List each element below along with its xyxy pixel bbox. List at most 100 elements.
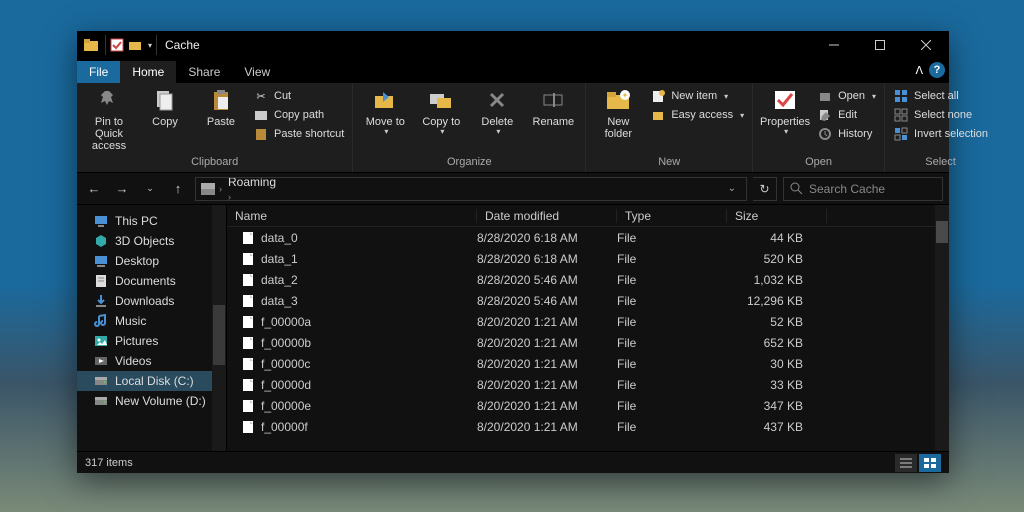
tree-item-label: Music [115, 314, 146, 328]
details-view-button[interactable] [895, 454, 917, 472]
tree-item[interactable]: Documents [77, 271, 226, 291]
tree-item[interactable]: Local Disk (C:) [77, 371, 226, 391]
pin-quick-access-button[interactable]: Pin to Quick access [83, 85, 135, 154]
file-icon [241, 420, 255, 434]
file-date: 8/20/2020 1:21 AM [477, 378, 617, 392]
file-date: 8/20/2020 1:21 AM [477, 399, 617, 413]
back-button[interactable]: ← [83, 178, 105, 200]
file-row[interactable]: data_18/28/2020 6:18 AMFile520 KB [227, 248, 949, 269]
column-type[interactable]: Type [617, 209, 727, 223]
rename-icon [540, 87, 566, 113]
tree-item[interactable]: Music [77, 311, 226, 331]
new-item-button[interactable]: New item▾ [648, 87, 746, 105]
refresh-button[interactable]: ↻ [753, 177, 777, 201]
tree-item[interactable]: Downloads [77, 291, 226, 311]
file-icon [241, 336, 255, 350]
desktop-icon [93, 253, 109, 269]
invert-selection-button[interactable]: Invert selection [891, 125, 990, 143]
tree-item-label: Documents [115, 274, 176, 288]
column-size[interactable]: Size [727, 209, 827, 223]
new-folder-button[interactable]: ✦New folder [592, 85, 644, 142]
column-headers[interactable]: Name Date modified Type Size [227, 205, 949, 227]
properties-icon [772, 87, 798, 113]
tree-item[interactable]: 3D Objects [77, 231, 226, 251]
paste-shortcut-icon [253, 126, 269, 142]
file-row[interactable]: data_08/28/2020 6:18 AMFile44 KB [227, 227, 949, 248]
file-icon [241, 294, 255, 308]
delete-button[interactable]: Delete▾ [471, 85, 523, 139]
file-icon [241, 273, 255, 287]
navigation-pane[interactable]: ⌃ This PC3D ObjectsDesktopDocumentsDownl… [77, 205, 227, 451]
file-type: File [617, 252, 727, 266]
forward-button[interactable]: → [111, 178, 133, 200]
address-dropdown-icon[interactable]: ⌄ [722, 183, 742, 194]
music-icon [93, 313, 109, 329]
paste-shortcut-button[interactable]: Paste shortcut [251, 125, 346, 143]
file-row[interactable]: data_28/28/2020 5:46 AMFile1,032 KB [227, 269, 949, 290]
file-type: File [617, 378, 727, 392]
file-row[interactable]: f_00000d8/20/2020 1:21 AMFile33 KB [227, 374, 949, 395]
column-name[interactable]: Name [227, 209, 477, 223]
tree-item[interactable]: Videos [77, 351, 226, 371]
file-row[interactable]: f_00000f8/20/2020 1:21 AMFile437 KB [227, 416, 949, 437]
tab-file[interactable]: File [77, 61, 120, 83]
maximize-button[interactable] [857, 31, 903, 59]
invert-selection-icon [893, 126, 909, 142]
file-row[interactable]: f_00000e8/20/2020 1:21 AMFile347 KB [227, 395, 949, 416]
collapse-ribbon-icon[interactable]: ᐱ [915, 64, 923, 77]
file-list[interactable]: Name Date modified Type Size data_08/28/… [227, 205, 949, 451]
file-row[interactable]: f_00000a8/20/2020 1:21 AMFile52 KB [227, 311, 949, 332]
file-size: 44 KB [727, 231, 827, 245]
tree-scroll-thumb[interactable] [213, 305, 225, 365]
file-date: 8/20/2020 1:21 AM [477, 357, 617, 371]
titlebar[interactable]: ▾ Cache [77, 31, 949, 59]
file-row[interactable]: data_38/28/2020 5:46 AMFile12,296 KB [227, 290, 949, 311]
thumbnails-view-button[interactable] [919, 454, 941, 472]
history-button[interactable]: History [815, 125, 878, 143]
file-icon [241, 378, 255, 392]
tab-view[interactable]: View [232, 61, 282, 83]
file-type: File [617, 273, 727, 287]
tree-item[interactable]: Desktop [77, 251, 226, 271]
folder-icon [83, 37, 99, 53]
help-icon[interactable]: ? [929, 62, 945, 78]
minimize-button[interactable] [811, 31, 857, 59]
easy-access-button[interactable]: Easy access▾ [648, 106, 746, 124]
column-date[interactable]: Date modified [477, 209, 617, 223]
properties-button[interactable]: Properties▾ [759, 85, 811, 139]
open-button[interactable]: Open▾ [815, 87, 878, 105]
tree-item[interactable]: Pictures [77, 331, 226, 351]
copy-path-button[interactable]: Copy path [251, 106, 346, 124]
properties-qat-icon[interactable] [110, 38, 124, 52]
chevron-right-icon[interactable]: › [225, 192, 234, 201]
file-date: 8/28/2020 5:46 AM [477, 294, 617, 308]
select-all-button[interactable]: Select all [891, 87, 990, 105]
file-size: 52 KB [727, 315, 827, 329]
breadcrumb[interactable]: › Users›fatiw›AppData›Roaming›Microsoft›… [195, 177, 747, 201]
tree-item-label: 3D Objects [115, 234, 174, 248]
file-row[interactable]: f_00000c8/20/2020 1:21 AMFile30 KB [227, 353, 949, 374]
tab-home[interactable]: Home [120, 61, 176, 83]
qat-dropdown-icon[interactable]: ▾ [148, 41, 152, 50]
file-row[interactable]: f_00000b8/20/2020 1:21 AMFile652 KB [227, 332, 949, 353]
select-none-button[interactable]: Select none [891, 106, 990, 124]
tab-share[interactable]: Share [176, 61, 232, 83]
copy-to-button[interactable]: Copy to▾ [415, 85, 467, 139]
chevron-right-icon[interactable]: › [216, 184, 225, 194]
search-input[interactable]: Search Cache [783, 177, 943, 201]
up-button[interactable]: ↑ [167, 178, 189, 200]
rename-button[interactable]: Rename [527, 85, 579, 130]
copy-button[interactable]: Copy [139, 85, 191, 130]
list-scroll-thumb[interactable] [936, 221, 948, 243]
recent-dropdown[interactable]: ⌄ [139, 178, 161, 200]
tree-item[interactable]: New Volume (D:) [77, 391, 226, 411]
select-none-icon [893, 107, 909, 123]
new-folder-qat-icon[interactable] [128, 38, 142, 52]
cut-button[interactable]: ✂Cut [251, 87, 346, 105]
paste-button[interactable]: Paste [195, 85, 247, 130]
close-button[interactable] [903, 31, 949, 59]
tree-item[interactable]: This PC [77, 211, 226, 231]
move-to-button[interactable]: Move to▾ [359, 85, 411, 139]
breadcrumb-segment[interactable]: Roaming [225, 177, 280, 189]
edit-button[interactable]: Edit [815, 106, 878, 124]
